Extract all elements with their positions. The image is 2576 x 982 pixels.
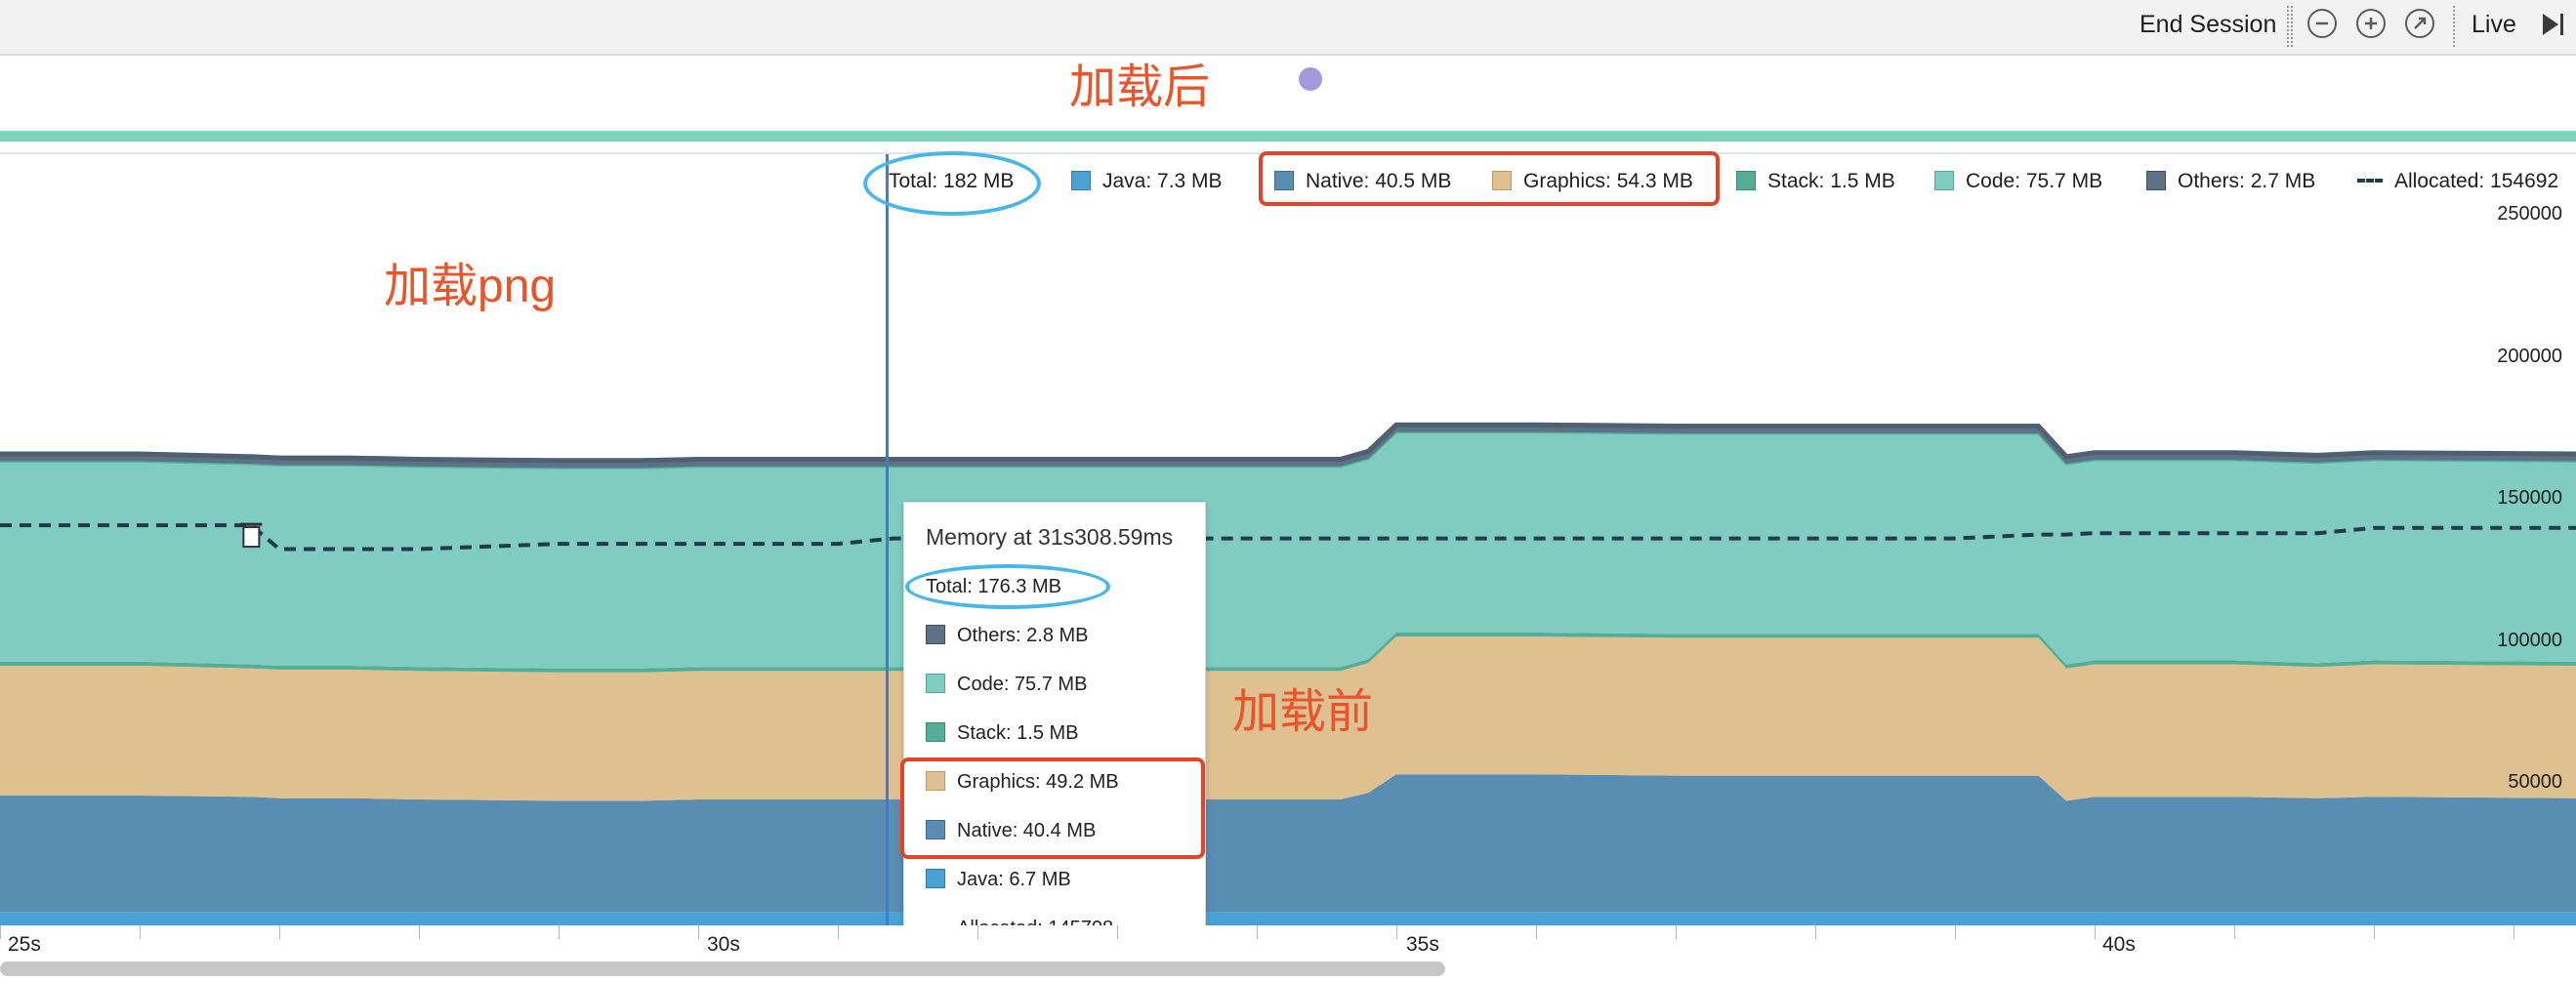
- x-tick: [1396, 925, 1397, 939]
- reset-zoom-icon[interactable]: [2405, 9, 2434, 38]
- y-tick-label: 50000: [2508, 771, 2562, 793]
- x-tick: [559, 925, 560, 939]
- annotation-before: 加载前: [1232, 686, 1374, 738]
- horizontal-scrollbar[interactable]: [0, 962, 1445, 976]
- x-tick: [838, 925, 839, 939]
- legend-stack[interactable]: Stack: 1.5 MB: [1736, 164, 1895, 199]
- x-tick-label: 40s: [2102, 933, 2136, 956]
- tooltip-code-label: Code: 75.7 MB: [957, 674, 1088, 695]
- tooltip-code: Code: 75.7 MB: [926, 670, 1087, 699]
- highlight-ellipse-tooltip-total: [905, 564, 1110, 609]
- cursor-line: [886, 154, 889, 925]
- legend-allocated-label: Allocated: 154692: [2394, 170, 2559, 192]
- x-tick: [2095, 925, 2096, 939]
- y-tick-label: 200000: [2497, 346, 2562, 367]
- x-tick-label: 30s: [707, 933, 740, 956]
- legend-code-label: Code: 75.7 MB: [1966, 170, 2103, 192]
- others-swatch-icon: [2146, 171, 2166, 190]
- end-session-button[interactable]: End Session: [2140, 0, 2276, 54]
- x-tick-label: 25s: [8, 933, 41, 956]
- event-marker[interactable]: [1299, 67, 1322, 91]
- java-swatch-icon: [1071, 171, 1091, 190]
- tooltip-others: Others: 2.8 MB: [926, 621, 1089, 650]
- stack-swatch-icon: [926, 722, 945, 742]
- zoom-out-icon[interactable]: [2307, 9, 2337, 38]
- legend-stack-label: Stack: 1.5 MB: [1767, 170, 1895, 192]
- y-tick-label: 100000: [2497, 630, 2562, 651]
- area-java: [0, 912, 2576, 925]
- x-tick: [1815, 925, 1816, 939]
- legend-java-label: Java: 7.3 MB: [1102, 170, 1223, 192]
- x-tick-label: 35s: [1406, 933, 1439, 956]
- tooltip-title: Memory at 31s308.59ms: [926, 524, 1174, 550]
- annotation-png: 加载png: [384, 261, 557, 312]
- y-tick-label: 250000: [2497, 203, 2562, 225]
- y-tick-label: 150000: [2497, 487, 2562, 509]
- x-tick: [140, 925, 141, 939]
- highlight-box-tooltip: [900, 757, 1205, 859]
- toolbar-separator: [2453, 6, 2455, 47]
- annotation-after: 加载后: [1069, 61, 1211, 113]
- allocated-dash-icon: [2357, 179, 2383, 183]
- profiler-toolbar: End Session Live: [0, 0, 2576, 56]
- x-tick: [1117, 925, 1118, 939]
- code-swatch-icon: [1934, 171, 1954, 190]
- x-tick: [0, 925, 1, 939]
- code-swatch-icon: [926, 674, 945, 693]
- highlight-box-legend: [1259, 151, 1720, 206]
- x-tick: [698, 925, 699, 939]
- toolbar-separator: [2287, 6, 2289, 47]
- java-swatch-icon: [926, 869, 945, 888]
- tooltip-java-label: Java: 6.7 MB: [957, 869, 1071, 890]
- activity-bar: [0, 131, 2576, 142]
- x-tick: [2374, 925, 2375, 939]
- legend-others-label: Others: 2.7 MB: [2178, 170, 2316, 192]
- x-tick: [1955, 925, 1956, 939]
- x-tick: [977, 925, 978, 939]
- legend-others[interactable]: Others: 2.7 MB: [2146, 164, 2315, 199]
- legend-java[interactable]: Java: 7.3 MB: [1071, 164, 1223, 199]
- x-tick: [1536, 925, 1537, 939]
- tooltip-stack-label: Stack: 1.5 MB: [957, 722, 1079, 744]
- stack-swatch-icon: [1736, 171, 1756, 190]
- live-button[interactable]: Live: [2472, 0, 2516, 54]
- x-tick: [1676, 925, 1677, 939]
- toolbar-separator: [2291, 6, 2293, 47]
- tooltip-others-label: Others: 2.8 MB: [957, 625, 1089, 646]
- legend-allocated[interactable]: Allocated: 154692: [2357, 164, 2558, 199]
- legend-code[interactable]: Code: 75.7 MB: [1934, 164, 2102, 199]
- x-tick: [279, 925, 280, 939]
- x-tick: [1257, 925, 1258, 939]
- tooltip-stack: Stack: 1.5 MB: [926, 718, 1079, 748]
- zoom-in-icon[interactable]: [2356, 9, 2386, 38]
- highlight-ellipse-legend-total: [863, 151, 1041, 216]
- jump-to-live-icon[interactable]: [2539, 10, 2568, 44]
- gc-trash-icon[interactable]: [240, 522, 263, 549]
- x-tick: [2234, 925, 2235, 939]
- others-swatch-icon: [926, 625, 945, 644]
- tooltip-java: Java: 6.7 MB: [926, 865, 1071, 894]
- x-tick: [419, 925, 420, 939]
